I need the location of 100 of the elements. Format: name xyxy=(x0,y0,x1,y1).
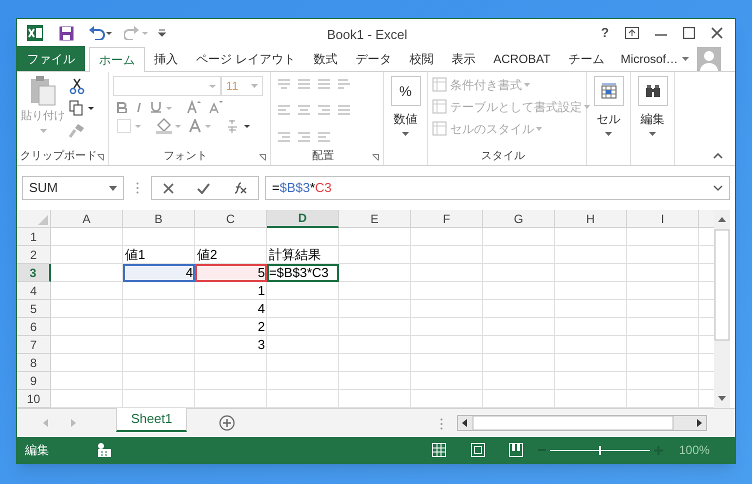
normal-view-icon[interactable] xyxy=(432,443,446,457)
underline-icon[interactable] xyxy=(151,101,173,113)
ribbon-tab[interactable]: チーム xyxy=(559,46,614,71)
caret-icon xyxy=(584,105,590,109)
dialog-launcher-icon[interactable] xyxy=(259,154,266,161)
binoculars-icon xyxy=(644,84,660,98)
column-header[interactable]: B xyxy=(123,210,195,228)
customize-caret-icon[interactable] xyxy=(158,29,166,37)
caret-icon xyxy=(402,132,409,136)
row-header[interactable]: 10 xyxy=(17,390,51,408)
column-header[interactable]: A xyxy=(51,210,123,228)
copy-icon[interactable] xyxy=(69,100,95,116)
table-style-icon xyxy=(432,99,448,115)
table-style-icon xyxy=(432,121,448,137)
bold-icon[interactable] xyxy=(117,102,127,112)
caret-icon xyxy=(524,83,530,87)
dialog-launcher-icon[interactable] xyxy=(97,154,104,161)
ribbon-tab[interactable]: 数式 xyxy=(304,46,346,71)
row-header[interactable]: 1 xyxy=(17,228,51,246)
row-header[interactable]: 9 xyxy=(17,372,51,390)
next-sheet-icon[interactable] xyxy=(71,419,77,427)
splitter-icon[interactable] xyxy=(440,418,444,430)
font-name-field[interactable] xyxy=(113,76,221,96)
grow-font-icon[interactable] xyxy=(187,100,201,114)
formula-field[interactable]: =$B$3*C3 xyxy=(265,176,730,200)
font-color-icon[interactable] xyxy=(189,119,213,133)
ribbon-tab[interactable]: データ xyxy=(346,46,400,71)
dialog-launcher-icon[interactable] xyxy=(372,154,379,161)
save-icon[interactable] xyxy=(59,26,74,40)
table-cell-text: 1 xyxy=(256,282,266,300)
group-label: クリップボード xyxy=(20,148,97,164)
page-layout-icon[interactable] xyxy=(471,443,485,457)
ribbon-tab[interactable]: ホーム xyxy=(89,47,145,72)
account-name[interactable]: Microsof… xyxy=(620,50,678,68)
page-break-icon[interactable] xyxy=(509,443,523,457)
previous-sheet-icon[interactable] xyxy=(43,419,49,427)
row-header[interactable]: 6 xyxy=(17,318,51,336)
macro-record-icon[interactable] xyxy=(97,443,111,457)
collapse-ribbon-icon[interactable] xyxy=(713,153,723,159)
caret-icon xyxy=(251,84,258,88)
column-header[interactable]: I xyxy=(627,210,699,228)
caret-icon xyxy=(40,128,46,132)
add-sheet-icon[interactable] xyxy=(219,415,236,431)
ribbon-tab[interactable]: ACROBAT xyxy=(484,46,560,71)
table-cell-text: 計算結果 xyxy=(268,246,322,264)
find-select-button[interactable]: 編集 xyxy=(635,76,670,147)
name-box[interactable]: SUM xyxy=(22,176,124,200)
group-label: フォント xyxy=(164,148,208,164)
caret-icon[interactable] xyxy=(682,56,689,60)
borders-icon[interactable] xyxy=(117,119,141,133)
column-header[interactable]: D xyxy=(267,210,339,228)
row-header[interactable]: 5 xyxy=(17,300,51,318)
cells-button[interactable]: セル xyxy=(591,76,626,147)
column-header[interactable]: F xyxy=(411,210,483,228)
row-header[interactable]: 3 xyxy=(17,264,51,282)
expand-icon[interactable] xyxy=(713,185,723,191)
active-cell: =$B$3*C3 xyxy=(267,264,339,282)
table-cell-text: 2 xyxy=(256,318,266,336)
help-button[interactable]: ? xyxy=(601,23,609,43)
row-header[interactable]: 4 xyxy=(17,282,51,300)
row-header[interactable]: 2 xyxy=(17,246,51,264)
vertical-scrollbar[interactable] xyxy=(714,210,730,408)
maximize-icon[interactable] xyxy=(683,27,695,39)
close-icon[interactable] xyxy=(711,27,723,39)
undo-icon[interactable] xyxy=(88,26,112,40)
shrink-font-icon[interactable] xyxy=(209,100,223,114)
number-format-button[interactable]: % 数値 xyxy=(388,76,423,147)
cancel-icon[interactable] xyxy=(163,182,174,194)
table-cell-text: 4 xyxy=(256,300,266,318)
italic-icon[interactable] xyxy=(135,102,143,112)
table-cell: 5 xyxy=(195,264,267,282)
excel-logo-icon xyxy=(27,25,43,41)
phonetic-icon[interactable] xyxy=(227,119,251,133)
column-header[interactable]: G xyxy=(483,210,555,228)
redo-icon[interactable] xyxy=(124,26,148,40)
clipboard-icon xyxy=(30,76,56,106)
insert-function-button[interactable] xyxy=(232,182,247,194)
zoom-slider[interactable] xyxy=(550,446,650,454)
file-tab[interactable]: ファイル xyxy=(17,46,85,71)
enter-icon[interactable] xyxy=(196,182,210,194)
sheet-tab[interactable]: Sheet1 xyxy=(116,408,188,432)
row-header[interactable]: 7 xyxy=(17,336,51,354)
ribbon-tab[interactable]: ページ レイアウト xyxy=(187,46,304,71)
column-header[interactable]: H xyxy=(555,210,627,228)
fill-color-icon[interactable] xyxy=(155,118,181,134)
table-style-icon xyxy=(432,77,448,93)
ribbon-display-icon[interactable] xyxy=(625,27,639,39)
caret-icon xyxy=(536,127,542,131)
column-header[interactable]: E xyxy=(339,210,411,228)
ribbon-tab[interactable]: 表示 xyxy=(442,46,484,71)
ribbon-tab[interactable]: 挿入 xyxy=(145,46,187,71)
avatar-icon[interactable] xyxy=(697,46,721,70)
ribbon-tab[interactable]: 校閲 xyxy=(400,46,442,71)
row-header[interactable]: 8 xyxy=(17,354,51,372)
select-all-icon[interactable] xyxy=(38,215,48,225)
horizontal-scrollbar[interactable] xyxy=(457,415,708,431)
group-label: 配置 xyxy=(312,148,334,164)
table-cell: 4 xyxy=(123,264,195,282)
column-header[interactable]: C xyxy=(195,210,267,228)
caret-icon xyxy=(649,132,656,136)
